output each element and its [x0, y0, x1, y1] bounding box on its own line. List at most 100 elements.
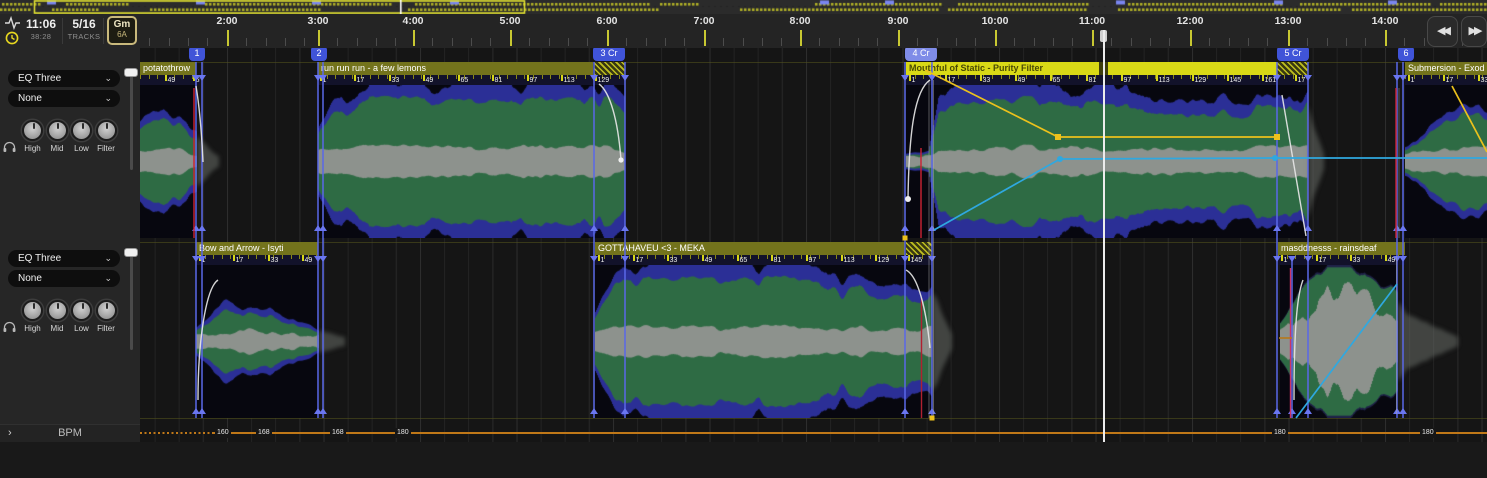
- knob-low[interactable]: [71, 120, 92, 141]
- timeline-marker-1[interactable]: 1: [189, 48, 205, 61]
- ruler-tick-major: [995, 30, 997, 46]
- clip-title-masddnesss-rainsdeaf[interactable]: masddnesss - rainsdeaf: [1278, 242, 1405, 255]
- knob-mid[interactable]: [47, 300, 68, 321]
- knob-label-filter: Filter: [91, 324, 121, 333]
- beat-tick-major: [1350, 255, 1352, 261]
- timeline-marker-3-cr[interactable]: 3 Cr: [593, 48, 625, 61]
- beat-number: 161: [1265, 76, 1277, 85]
- volume-slider-handle[interactable]: [124, 68, 138, 77]
- beat-tick: [827, 255, 828, 259]
- ruler-tick-minor: [781, 38, 782, 46]
- eq-preset-dropdown[interactable]: EQ Three⌄: [8, 250, 120, 267]
- fast-forward-button[interactable]: ▶▶: [1461, 16, 1487, 47]
- clip-waveform-ghost-bow-and-arrow-isyti: [319, 265, 345, 418]
- chevron-down-icon: ⌄: [104, 250, 112, 267]
- timeline-marker-2[interactable]: 2: [311, 48, 327, 61]
- beat-tick: [1069, 75, 1070, 79]
- beat-tick: [404, 75, 405, 79]
- knob-pointer: [57, 123, 59, 129]
- ruler-tick-minor: [1327, 38, 1328, 46]
- timeline-ruler[interactable]: 1:002:003:004:005:006:007:008:009:0010:0…: [140, 14, 1487, 48]
- beat-tick: [291, 255, 292, 259]
- beat-tick: [1278, 255, 1279, 259]
- clip-waveform-potatothrow[interactable]: [140, 85, 197, 238]
- set-overview-minimap[interactable]: [0, 0, 1487, 14]
- beat-tick: [490, 75, 491, 79]
- ruler-tick-minor: [626, 38, 627, 46]
- ruler-tick-minor: [1169, 38, 1170, 46]
- elapsed-time: 11:06: [22, 17, 60, 31]
- beat-tick: [793, 255, 794, 259]
- volume-slider-handle[interactable]: [124, 248, 138, 257]
- knob-filter[interactable]: [96, 300, 117, 321]
- beat-tick: [1381, 255, 1382, 259]
- volume-slider[interactable]: [130, 70, 133, 170]
- clip-beat-ruler-submersion-exod: 11733: [1405, 75, 1487, 85]
- beat-number: 1: [1284, 256, 1288, 265]
- eq-preset-dropdown[interactable]: EQ Three⌄: [8, 70, 120, 87]
- ruler-tick-major: [607, 30, 609, 46]
- bpm-lane-header[interactable]: › BPM: [0, 424, 140, 442]
- beat-tick: [1373, 255, 1374, 259]
- clip-title-run-run-run-a-few-lemons[interactable]: run run run - a few lemons: [318, 62, 593, 75]
- knob-high[interactable]: [22, 120, 43, 141]
- ruler-label-9-00: 9:00: [878, 15, 918, 27]
- bottom-toolbar: Add tracks Automix ↶ ↷ Edit ⌄: [0, 442, 1487, 478]
- clip-title-bow-and-arrow-isyti[interactable]: Bow and Arrow - Isyti: [196, 242, 318, 255]
- beat-tick: [1338, 255, 1339, 259]
- fx-dropdown[interactable]: None⌄: [8, 270, 120, 287]
- ruler-tick-major: [1385, 30, 1387, 46]
- clip-waveform-submersion-exod[interactable]: [1405, 85, 1487, 238]
- beat-tick: [1112, 75, 1113, 79]
- beat-tick: [335, 75, 336, 79]
- knob-mid[interactable]: [47, 120, 68, 141]
- clip-title-mouthful-of-static-purity-filter[interactable]: Mouthful of Static - Purity Filter: [906, 62, 1277, 75]
- ruler-tick-major: [1288, 30, 1290, 46]
- ruler-tick-minor: [304, 38, 305, 46]
- beat-number: 1: [1411, 76, 1415, 85]
- volume-slider[interactable]: [130, 250, 133, 350]
- key-badge[interactable]: Gm 6A: [107, 16, 137, 45]
- clip-waveform-mouthful-of-static-purity-filter[interactable]: [906, 85, 1308, 238]
- beat-tick: [612, 255, 613, 259]
- beat-tick-major: [561, 75, 563, 81]
- beat-number: 65: [461, 76, 469, 85]
- timeline-marker-6[interactable]: 6: [1398, 48, 1414, 61]
- beat-tick: [1173, 75, 1174, 79]
- beat-tick: [1405, 75, 1406, 79]
- clip-title-gottahaveu-3-meka[interactable]: GOTTAHAVEU <3 - MEKA: [595, 242, 905, 255]
- clip-waveform-bow-and-arrow-isyti[interactable]: [196, 265, 319, 418]
- knob-high[interactable]: [22, 300, 43, 321]
- beat-tick: [1431, 75, 1432, 79]
- clip-waveform-gottahaveu-3-meka[interactable]: [595, 265, 932, 418]
- beat-tick: [733, 255, 734, 259]
- ruler-label-14-00: 14:00: [1365, 15, 1405, 27]
- clip-beat-ruler-potatothrow: 4965: [140, 75, 200, 85]
- timeline-marker-5-cr[interactable]: 5 Cr: [1277, 48, 1309, 61]
- beat-tick: [992, 75, 993, 79]
- clip-title-submersion-exod[interactable]: Submersion - Exod: [1405, 62, 1487, 75]
- timeline-marker-4-cr[interactable]: 4 Cr: [905, 48, 937, 61]
- clip-waveform-masddnesss-rainsdeaf[interactable]: [1280, 265, 1398, 418]
- playhead-line[interactable]: [1103, 30, 1105, 442]
- beat-tick-major: [980, 75, 982, 81]
- beat-number: 65: [740, 256, 748, 265]
- beat-tick-major: [667, 255, 669, 261]
- knob-low[interactable]: [71, 300, 92, 321]
- clip-waveform-ghost-potatothrow: [197, 85, 219, 238]
- rewind-button[interactable]: ◀◀: [1427, 16, 1458, 47]
- clip-waveform-run-run-run-a-few-lemons[interactable]: [318, 85, 625, 238]
- beat-number: 145: [1230, 76, 1242, 85]
- fx-dropdown[interactable]: None⌄: [8, 90, 120, 107]
- beat-tick-major: [354, 75, 356, 81]
- beat-tick-major: [1192, 75, 1194, 81]
- ruler-label-3-00: 3:00: [298, 15, 338, 27]
- ruler-tick-major: [1190, 30, 1192, 46]
- timeline-area[interactable]: 4965potatothrow1173349658197113129run ru…: [140, 48, 1487, 442]
- beat-tick: [801, 255, 802, 259]
- clip-waveform-ghost-mouthful-of-static-purity-filter: [1308, 85, 1324, 238]
- knob-filter[interactable]: [96, 120, 117, 141]
- beat-tick-major: [771, 255, 773, 261]
- clip-title-potatothrow[interactable]: potatothrow: [140, 62, 196, 75]
- bpm-value: 168: [330, 428, 346, 438]
